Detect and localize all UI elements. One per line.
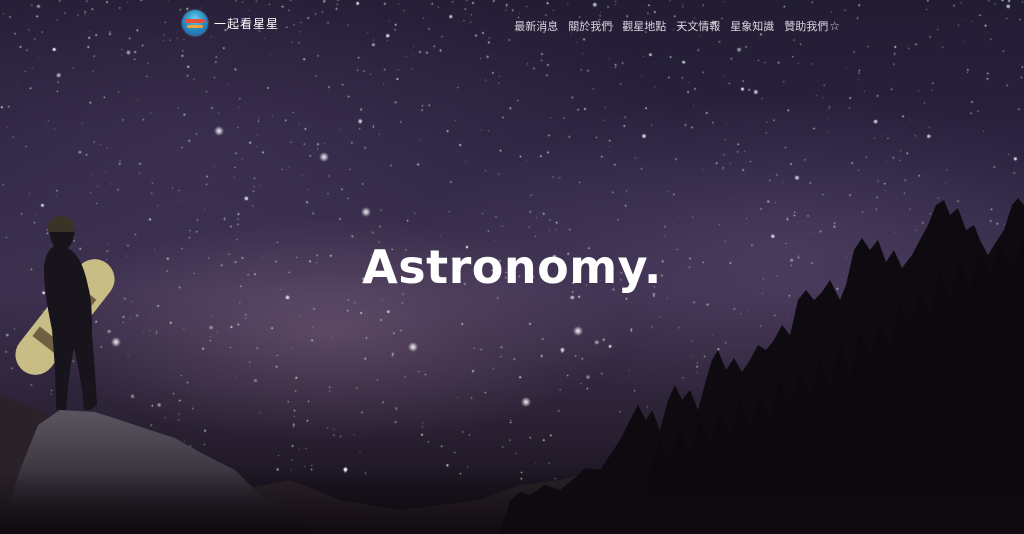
nav-item-astronomy-info[interactable]: 天文情報 [676,18,720,34]
star-outline-icon: ☆ [829,19,840,33]
nav-item-latest-news[interactable]: 最新消息 [514,18,558,34]
hero-headline: Astronomy. [362,240,662,294]
nav-item-star-knowledge[interactable]: 星象知識 [730,18,774,34]
nav-item-stargazing-spots[interactable]: 觀星地點 [622,18,666,34]
main-navigation: 最新消息 關於我們 觀星地點 天文情報 星象知識 贊助我們☆ [514,18,840,34]
site-title: 一起看星星 [214,16,280,31]
site-logo[interactable]: 一起看星星 [182,10,279,36]
site-header: 一起看星星 最新消息 關於我們 觀星地點 天文情報 星象知識 贊助我們☆ [0,0,1024,50]
nav-item-about-us[interactable]: 關於我們 [568,18,612,34]
sponsor-label: 贊助我們 [784,20,829,33]
hero-section: 一起看星星 最新消息 關於我們 觀星地點 天文情報 星象知識 贊助我們☆ Ast… [0,0,1024,534]
planet-logo-icon [182,10,208,36]
nav-item-sponsor-us[interactable]: 贊助我們☆ [784,18,840,34]
